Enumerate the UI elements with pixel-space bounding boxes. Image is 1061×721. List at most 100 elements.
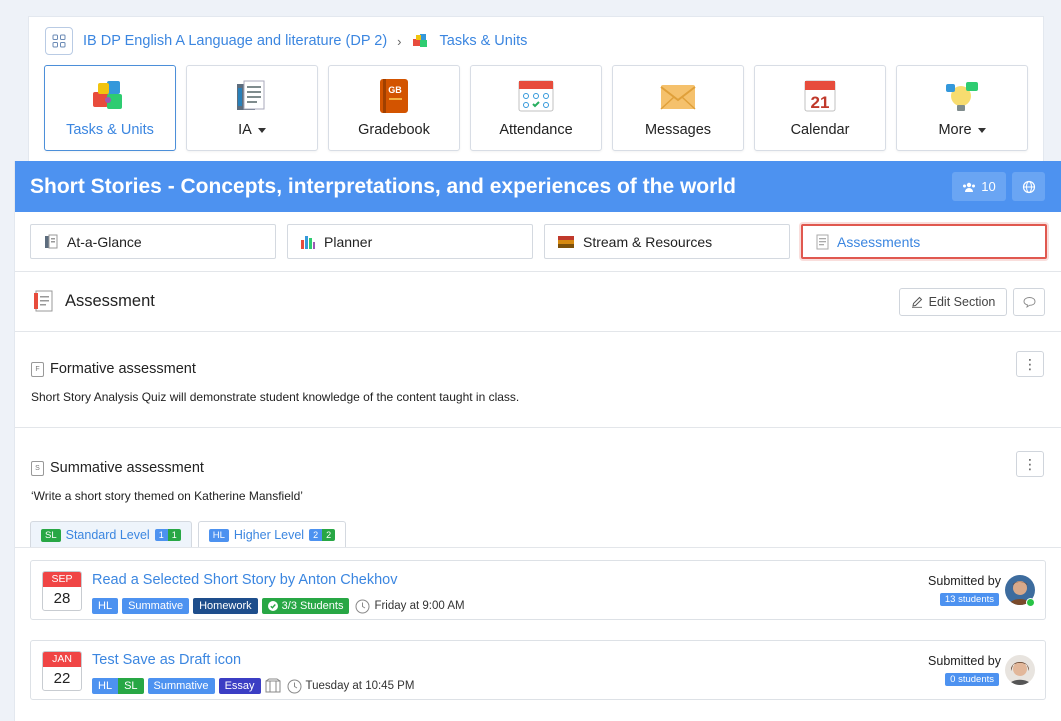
course-header-card: IB DP English A Language and literature … [28, 16, 1044, 162]
level-count: 1 1 [154, 529, 181, 541]
breadcrumb: IB DP English A Language and literature … [45, 27, 527, 55]
level-tag: HL [92, 598, 119, 614]
stack-icon [558, 235, 574, 248]
level-count: 2 2 [309, 529, 336, 541]
chevron-right-icon: › [397, 33, 402, 49]
task-title-link[interactable]: Test Save as Draft icon [92, 652, 241, 668]
edit-section-button[interactable]: Edit Section [899, 288, 1007, 316]
tab-standard-level[interactable]: SL Standard Level 1 1 [30, 521, 192, 548]
tab-stream-resources[interactable]: Stream & Resources [544, 224, 790, 259]
summative-doc-icon: S [31, 460, 44, 476]
formative-title: Formative assessment [50, 361, 196, 377]
gradebook-icon: GB [374, 76, 414, 116]
tab-label: At-a-Glance [67, 233, 142, 250]
task-day: 22 [53, 670, 71, 687]
puzzle-icon [412, 34, 427, 47]
sl-badge: SL [41, 528, 61, 542]
nav-tile-label: Attendance [499, 122, 573, 138]
apps-grid-button[interactable] [45, 27, 73, 55]
task-title-link[interactable]: Read a Selected Short Story by Anton Che… [92, 572, 398, 588]
formative-menu-button[interactable]: ⋮ [1016, 351, 1044, 377]
tab-planner[interactable]: Planner [287, 224, 533, 259]
assessment-doc-icon [816, 234, 829, 249]
level-tab-label: Higher Level [233, 528, 305, 542]
lightbulb-icon [942, 76, 982, 116]
calendar-icon: 21 [800, 76, 840, 116]
clock-icon [287, 679, 302, 693]
tab-label: Planner [324, 233, 373, 250]
check-circle-icon [267, 601, 278, 611]
tab-assessments[interactable]: Assessments [801, 224, 1047, 259]
hl-tag: HL [92, 678, 119, 694]
nav-tile-label: Calendar [790, 122, 850, 138]
formative-description: Short Story Analysis Quiz will demonstra… [31, 390, 520, 404]
count-a: 2 [309, 529, 323, 541]
globe-button[interactable] [1012, 172, 1045, 201]
submitted-count-badge[interactable]: 0 students [945, 673, 999, 686]
nav-tile-label: Gradebook [358, 122, 430, 138]
comment-button[interactable] [1013, 288, 1045, 316]
summative-title: Summative assessment [50, 460, 204, 476]
submitted-count-badge[interactable]: 13 students [939, 593, 999, 606]
task-date: SEP 28 [42, 571, 82, 611]
level-tab-label: Standard Level [65, 528, 150, 542]
comment-icon [1023, 297, 1035, 308]
task-card[interactable]: JAN 22 Test Save as Draft icon HL SL Sum… [30, 640, 1046, 700]
documents-icon [232, 76, 272, 116]
hl-badge: HL [208, 528, 229, 542]
type-tag: Summative [122, 598, 190, 614]
nav-tile-label: More [938, 122, 986, 138]
grid-icon [52, 34, 66, 48]
unit-subtabs: At-a-Glance Planner Stream & Resources A… [30, 224, 1047, 259]
task-month: JAN [43, 652, 81, 667]
nav-gradebook[interactable]: GB Gradebook [328, 65, 460, 151]
nav-calendar[interactable]: 21 Calendar [754, 65, 886, 151]
svg-text:GB: GB [388, 85, 402, 95]
tab-at-a-glance[interactable]: At-a-Glance [30, 224, 276, 259]
section-title: Assessment [65, 291, 155, 310]
avatar[interactable] [1005, 655, 1035, 685]
nav-tile-label: Tasks & Units [66, 122, 154, 138]
nav-more[interactable]: More [896, 65, 1028, 151]
summative-assessment-header: S Summative assessment [31, 460, 204, 476]
summative-menu-button[interactable]: ⋮ [1016, 451, 1044, 477]
category-tag: Essay [218, 678, 261, 694]
edit-section-label: Edit Section [928, 295, 996, 309]
task-due: Friday at 9:00 AM [355, 599, 465, 614]
clock-icon [355, 599, 370, 613]
breadcrumb-course-link[interactable]: IB DP English A Language and literature … [83, 33, 387, 49]
summative-description: ‘Write a short story themed on Katherine… [31, 489, 303, 503]
nav-tile-label: IA [238, 122, 266, 138]
formative-assessment-header: F Formative assessment [31, 361, 196, 377]
count-b: 1 [167, 529, 181, 541]
breadcrumb-current[interactable]: Tasks & Units [440, 33, 528, 49]
nav-messages[interactable]: Messages [612, 65, 744, 151]
book-icon [45, 234, 58, 248]
tab-label: Assessments [837, 233, 921, 250]
tab-higher-level[interactable]: HL Higher Level 2 2 [197, 521, 347, 548]
formative-doc-icon: F [31, 361, 44, 377]
users-icon [963, 182, 976, 192]
unit-banner: Short Stories - Concepts, interpretation… [15, 161, 1061, 212]
online-status-dot [1026, 598, 1035, 607]
puzzle-icon [90, 76, 130, 116]
pencil-icon [911, 296, 922, 308]
nav-ia[interactable]: IA [186, 65, 318, 151]
course-nav: Tasks & Units IA GB Gradebook Attendance… [44, 65, 1028, 151]
divider [15, 547, 1061, 548]
task-card[interactable]: SEP 28 Read a Selected Short Story by An… [30, 560, 1046, 620]
globe-icon [1022, 180, 1035, 193]
nav-tasks-units[interactable]: Tasks & Units [44, 65, 176, 151]
students-count: 3/3 Students [281, 600, 344, 612]
count-a: 1 [154, 529, 168, 541]
unit-title: Short Stories - Concepts, interpretation… [30, 174, 736, 198]
unit-panel: Short Stories - Concepts, interpretation… [14, 161, 1061, 721]
due-text: Tuesday at 10:45 PM [305, 680, 415, 692]
divider [15, 427, 1061, 428]
nav-attendance[interactable]: Attendance [470, 65, 602, 151]
divider [15, 271, 1061, 272]
envelope-icon [658, 76, 698, 116]
caret-down-icon [257, 127, 266, 133]
section-header: Assessment [33, 289, 155, 313]
members-button[interactable]: 10 [952, 172, 1006, 201]
